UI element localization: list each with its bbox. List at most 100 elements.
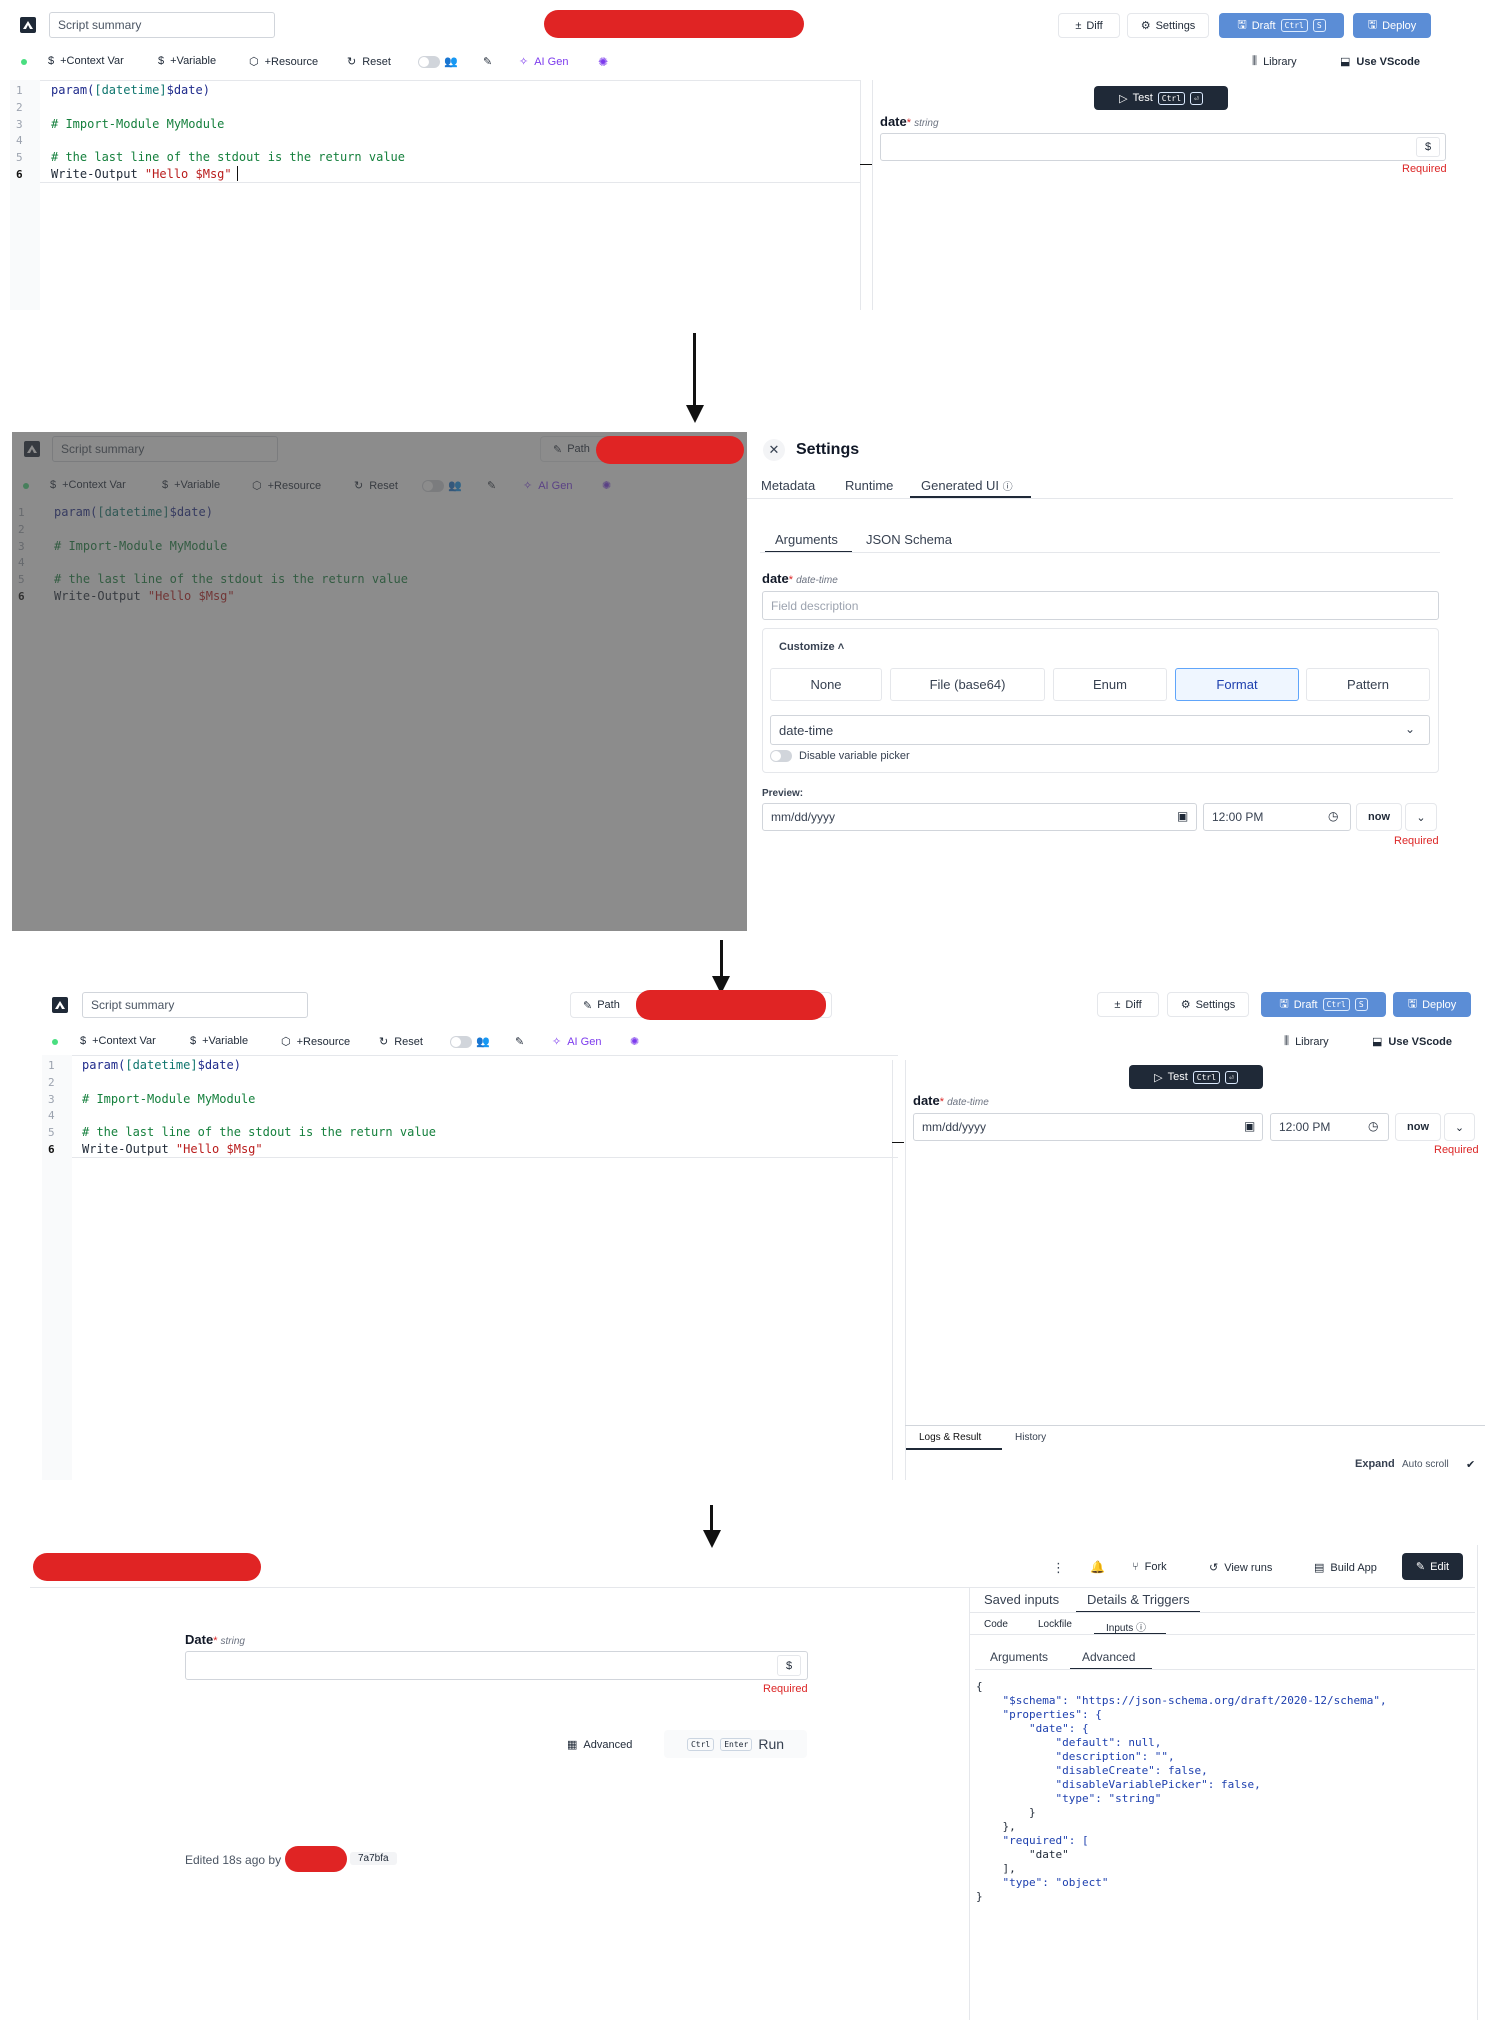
dollar-icon: $ xyxy=(190,1035,197,1047)
clock-icon[interactable]: ◷ xyxy=(1328,809,1338,823)
option-enum[interactable]: Enum xyxy=(1053,668,1167,701)
script-summary-input[interactable]: Script summary xyxy=(49,12,275,38)
more-options-icon[interactable]: ⋮ xyxy=(1052,1560,1065,1576)
variable-button[interactable]: $+Variable xyxy=(158,55,216,67)
library-button[interactable]: ⫼ Library xyxy=(1252,55,1297,68)
code-editor[interactable] xyxy=(42,1055,898,1480)
option-file[interactable]: File (base64) xyxy=(890,668,1045,701)
variable-picker-button[interactable]: $ xyxy=(1416,137,1440,157)
logo-icon xyxy=(52,997,68,1013)
option-pattern[interactable]: Pattern xyxy=(1306,668,1430,701)
library-button[interactable]: ⫼ Library xyxy=(1284,1035,1329,1048)
tab-json-schema[interactable]: JSON Schema xyxy=(866,532,952,547)
date-input[interactable]: mm/dd/yyyy xyxy=(913,1113,1263,1141)
line-number: 2 xyxy=(48,1076,55,1089)
advanced-button[interactable]: ▦ Advanced xyxy=(567,1738,632,1752)
tab-runtime[interactable]: Runtime xyxy=(845,478,893,493)
line-number: 3 xyxy=(48,1093,55,1106)
expand-button[interactable]: Expand xyxy=(1355,1458,1395,1470)
commit-badge[interactable]: 7a7bfa xyxy=(350,1852,397,1865)
settings-button[interactable]: ⚙ Settings xyxy=(1167,992,1249,1017)
context-var-button[interactable]: $+Context Var xyxy=(48,55,124,67)
preview-date-input[interactable]: mm/dd/yyyy xyxy=(762,803,1197,831)
tab-saved-inputs[interactable]: Saved inputs xyxy=(984,1592,1059,1607)
tab-history[interactable]: History xyxy=(1015,1432,1046,1443)
deploy-button[interactable]: 🖫 Deploy xyxy=(1353,13,1431,38)
run-button[interactable]: Ctrl Enter Run xyxy=(664,1730,807,1758)
resource-button[interactable]: ⬡+Resource xyxy=(281,1035,350,1049)
tab-lockfile[interactable]: Lockfile xyxy=(1038,1619,1072,1630)
disable-picker-toggle[interactable] xyxy=(770,750,792,762)
ai-gen-button[interactable]: ✧AI Gen xyxy=(552,1035,601,1049)
close-icon[interactable]: ✕ xyxy=(763,439,785,461)
tab-details-triggers[interactable]: Details & Triggers xyxy=(1087,1592,1190,1607)
sparkle-icon[interactable]: ✺ xyxy=(630,1035,639,1048)
calendar-icon[interactable]: ▣ xyxy=(1244,1119,1255,1133)
tab-arguments[interactable]: Arguments xyxy=(990,1650,1048,1664)
now-button[interactable]: now xyxy=(1395,1113,1441,1141)
test-button[interactable]: ▷ Test Ctrl ⏎ xyxy=(1094,86,1228,110)
vscode-icon: ⬓ xyxy=(1372,1036,1383,1048)
json-line: "description": "", xyxy=(976,1750,1175,1763)
clock-icon[interactable]: ◷ xyxy=(1368,1119,1378,1133)
bell-icon[interactable]: 🔔 xyxy=(1090,1560,1105,1574)
calendar-icon[interactable]: ▣ xyxy=(1177,809,1188,823)
tab-advanced[interactable]: Advanced xyxy=(1082,1650,1135,1664)
diff-button[interactable]: ± Diff xyxy=(1058,13,1120,38)
draft-button[interactable]: 🖫 Draft Ctrl S xyxy=(1219,13,1344,38)
modal-backdrop[interactable] xyxy=(12,432,747,931)
use-vscode-button[interactable]: ⬓ Use VScode xyxy=(1340,55,1420,69)
tab-generated-ui[interactable]: Generated UI ⓘ xyxy=(921,478,1013,493)
resize-handle[interactable] xyxy=(892,1142,904,1143)
rocket-icon[interactable]: ✎ xyxy=(515,1035,524,1048)
fork-icon: ⑂ xyxy=(1132,1561,1139,1573)
field-description-input[interactable]: Field description xyxy=(762,591,1439,620)
resource-button[interactable]: ⬡+Resource xyxy=(249,55,318,69)
check-icon[interactable]: ✔ xyxy=(1466,1458,1475,1471)
code-editor[interactable] xyxy=(10,80,860,310)
deploy-button[interactable]: 🖫 Deploy xyxy=(1393,992,1471,1017)
tab-metadata[interactable]: Metadata xyxy=(761,478,815,493)
date-input[interactable] xyxy=(880,133,1446,161)
collab-toggle[interactable] xyxy=(450,1036,472,1048)
option-none[interactable]: None xyxy=(770,668,882,701)
line-number: 2 xyxy=(16,101,23,114)
view-runs-button[interactable]: ↺ View runs xyxy=(1209,1561,1272,1575)
build-app-button[interactable]: ▤ Build App xyxy=(1314,1561,1377,1575)
redaction xyxy=(636,990,826,1020)
fork-button[interactable]: ⑂ Fork xyxy=(1132,1561,1167,1573)
variable-picker-button[interactable]: $ xyxy=(777,1655,801,1676)
json-line: "date" xyxy=(976,1848,1069,1861)
date-input[interactable] xyxy=(185,1651,808,1680)
pencil-icon: ✎ xyxy=(583,999,593,1012)
ai-gen-button[interactable]: ✧AI Gen xyxy=(519,55,568,69)
settings-button[interactable]: ⚙ Settings xyxy=(1127,13,1209,38)
tab-inputs[interactable]: Inputs ⓘ xyxy=(1106,1619,1146,1634)
diff-button[interactable]: ± Diff xyxy=(1097,992,1159,1017)
edit-button[interactable]: ✎ Edit xyxy=(1402,1553,1463,1580)
use-vscode-button[interactable]: ⬓ Use VScode xyxy=(1372,1035,1452,1049)
reset-button[interactable]: ↻Reset xyxy=(347,55,391,69)
script-summary-input[interactable]: Script summary xyxy=(82,992,308,1018)
chevron-down-icon[interactable]: ⌄ xyxy=(1405,803,1437,831)
gear-icon: ⚙ xyxy=(1180,999,1191,1011)
collab-toggle[interactable] xyxy=(418,56,440,68)
variable-button[interactable]: $+Variable xyxy=(190,1035,248,1047)
resize-handle[interactable] xyxy=(860,164,872,165)
customize-toggle[interactable]: Customize ˄ xyxy=(779,641,844,653)
format-select[interactable]: date-time xyxy=(770,715,1430,745)
play-icon: ▷ xyxy=(1119,92,1128,105)
rocket-icon[interactable]: ✎ xyxy=(483,55,492,68)
sparkle-icon[interactable]: ✺ xyxy=(598,55,608,69)
chevron-down-icon[interactable]: ⌄ xyxy=(1444,1113,1475,1141)
context-var-button[interactable]: $+Context Var xyxy=(80,1035,156,1047)
test-button[interactable]: ▷ Test Ctrl ⏎ xyxy=(1129,1065,1263,1089)
now-button[interactable]: now xyxy=(1356,803,1402,831)
draft-button[interactable]: 🖫 Draft Ctrl S xyxy=(1261,992,1386,1017)
tab-code[interactable]: Code xyxy=(984,1619,1008,1630)
reset-button[interactable]: ↻Reset xyxy=(379,1035,423,1049)
tab-logs-result[interactable]: Logs & Result xyxy=(919,1432,981,1443)
tab-arguments[interactable]: Arguments xyxy=(775,532,838,547)
option-format[interactable]: Format xyxy=(1175,668,1299,701)
logo-icon xyxy=(20,17,36,33)
